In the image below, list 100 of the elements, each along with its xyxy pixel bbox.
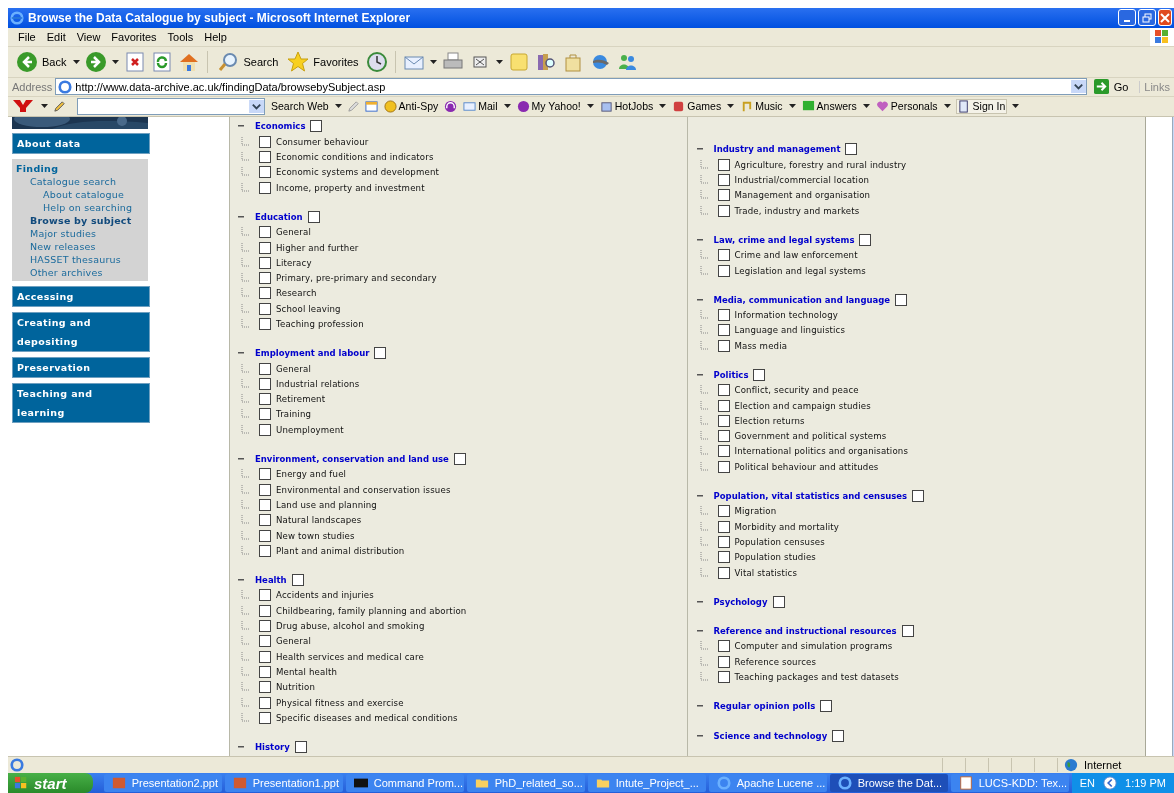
checkbox[interactable] [901, 625, 914, 638]
checkbox[interactable] [294, 741, 307, 754]
checkbox[interactable] [259, 151, 271, 163]
checkbox[interactable] [259, 241, 271, 254]
checkbox[interactable] [717, 460, 730, 473]
checkbox[interactable] [717, 414, 730, 427]
checkbox[interactable] [374, 347, 387, 360]
checkbox[interactable] [259, 393, 271, 406]
checkbox[interactable] [259, 423, 271, 436]
search-button[interactable]: Search [215, 50, 281, 73]
checkbox[interactable] [717, 671, 730, 684]
caret-icon[interactable] [334, 104, 342, 109]
checkbox[interactable] [259, 604, 271, 617]
favorites-button[interactable]: Favorites [285, 50, 361, 73]
sidebar-tab[interactable]: Creating and depositing [12, 311, 150, 352]
checkbox[interactable] [291, 574, 304, 587]
checkbox[interactable] [717, 430, 730, 443]
history-icon[interactable] [365, 50, 388, 73]
category-link[interactable]: Reference and instructional resources [713, 626, 897, 637]
checkbox[interactable] [772, 595, 785, 608]
caret-icon[interactable] [586, 104, 594, 109]
checkbox[interactable] [717, 249, 730, 262]
checkbox[interactable] [259, 635, 271, 648]
checkbox[interactable] [717, 640, 730, 653]
checkbox[interactable] [259, 377, 271, 390]
caret-icon[interactable] [862, 104, 870, 109]
checkbox[interactable] [832, 729, 845, 742]
caret-icon[interactable] [73, 59, 81, 64]
window-icon[interactable] [364, 99, 378, 113]
collapse-icon[interactable] [695, 371, 704, 379]
taskbar-button[interactable]: PhD_related_so... [466, 774, 585, 792]
checkbox[interactable] [717, 445, 730, 458]
toolbar-button[interactable]: Mail [462, 99, 499, 113]
checkbox[interactable] [717, 189, 730, 202]
pencil-icon[interactable] [53, 99, 66, 113]
checkbox[interactable] [717, 174, 730, 186]
menu-item[interactable]: Tools [163, 30, 201, 43]
checkbox[interactable] [259, 529, 271, 542]
headset-icon[interactable] [444, 99, 458, 113]
checkbox[interactable] [717, 551, 730, 564]
checkbox[interactable] [259, 498, 271, 511]
toolbar-button[interactable]: Anti-Spy [382, 99, 440, 113]
taskbar-button[interactable]: Presentation1.ppt [224, 774, 343, 792]
sidebar-heading[interactable]: Finding [16, 161, 144, 175]
menu-item[interactable]: Favorites [107, 30, 164, 43]
checkbox[interactable] [259, 256, 271, 269]
restore-button[interactable] [1138, 9, 1156, 27]
caret-icon[interactable] [943, 104, 951, 109]
menu-item[interactable]: Help [200, 30, 234, 43]
sidebar-tab[interactable]: Accessing [12, 285, 150, 307]
caret-icon[interactable] [112, 59, 120, 64]
minimize-button[interactable] [1118, 9, 1136, 27]
caret-icon[interactable] [429, 59, 437, 64]
sidebar-tab[interactable]: Preservation [12, 356, 150, 378]
checkbox[interactable] [259, 318, 271, 330]
sidebar-link[interactable]: Help on searching [16, 200, 144, 214]
checkbox[interactable] [310, 120, 323, 133]
taskbar-button[interactable]: Command Prom... [345, 774, 464, 792]
checkbox[interactable] [259, 468, 271, 481]
checkbox[interactable] [259, 302, 271, 315]
caret-icon[interactable] [727, 104, 735, 109]
checkbox[interactable] [717, 324, 730, 337]
category-link[interactable]: Employment and labour [255, 348, 370, 359]
category-link[interactable]: Economics [255, 121, 306, 132]
sidebar-link[interactable]: Other archives [16, 265, 144, 279]
category-link[interactable]: Population, vital statistics and censuses [713, 491, 908, 502]
checkbox[interactable] [259, 589, 271, 602]
checkbox[interactable] [717, 399, 730, 412]
sidebar-link[interactable]: New releases [16, 239, 144, 253]
refresh-icon[interactable] [151, 50, 174, 73]
toolbar-button[interactable]: Personals [874, 99, 939, 113]
checkbox[interactable] [307, 210, 320, 223]
taskbar-button[interactable]: Presentation2.ppt [103, 774, 222, 792]
taskbar-button[interactable]: Apache Lucene ... [708, 774, 827, 792]
taskbar-button[interactable]: Browse the Dat... [829, 774, 948, 792]
chevron-icon[interactable] [1103, 776, 1118, 790]
yahoo-logo-icon[interactable] [12, 99, 36, 114]
checkbox[interactable] [259, 166, 271, 179]
start-button[interactable]: start [8, 773, 93, 793]
checkbox[interactable] [259, 135, 271, 148]
toolbar-button[interactable]: Games [671, 99, 723, 113]
checkbox[interactable] [259, 287, 271, 300]
checkbox[interactable] [259, 665, 271, 678]
checkbox[interactable] [259, 650, 271, 663]
checkbox[interactable] [717, 384, 730, 397]
category-link[interactable]: Law, crime and legal systems [713, 234, 855, 245]
checkbox[interactable] [259, 696, 271, 709]
checkbox[interactable] [717, 535, 730, 548]
toolbar-button[interactable]: Sign In [955, 98, 1008, 114]
category-link[interactable]: Politics [713, 370, 749, 380]
checkbox[interactable] [717, 158, 730, 171]
checkbox[interactable] [912, 490, 925, 503]
checkbox[interactable] [717, 655, 730, 668]
category-link[interactable]: Industry and management [713, 144, 841, 155]
checkbox[interactable] [717, 520, 730, 533]
scrollbar[interactable] [1172, 116, 1174, 757]
checkbox[interactable] [717, 566, 730, 579]
checkbox[interactable] [717, 339, 730, 352]
caret-icon[interactable] [1012, 104, 1020, 109]
checkbox[interactable] [259, 272, 271, 285]
